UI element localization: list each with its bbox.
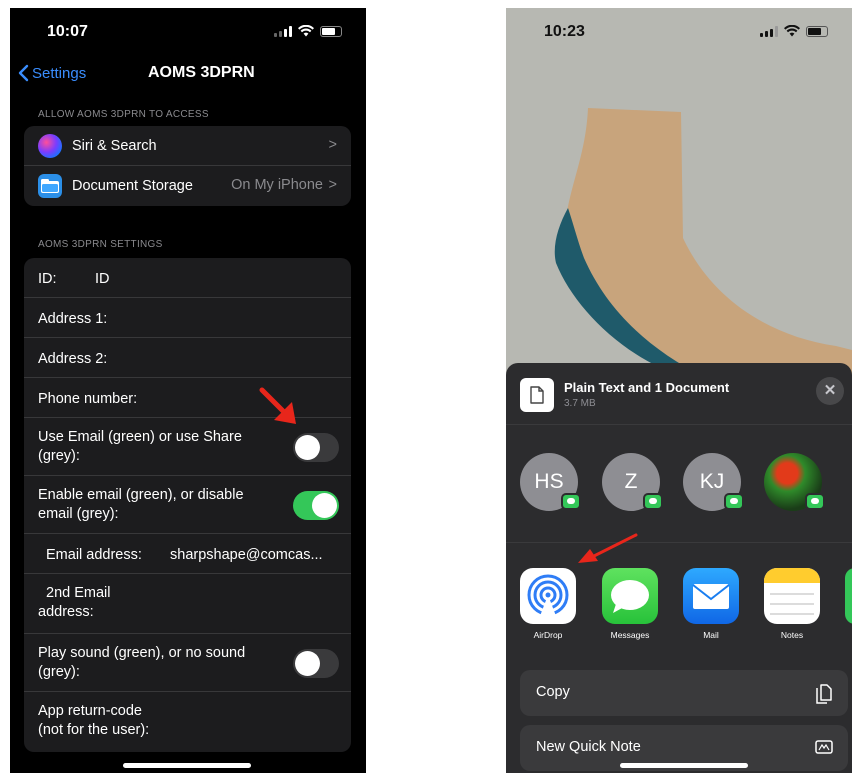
messages-badge-icon bbox=[561, 493, 581, 510]
contact-suggestions: HS Z KJ bbox=[506, 425, 852, 543]
enable-email-row: Enable email (green), or disable email (… bbox=[24, 476, 351, 534]
airdrop-label: AirDrop bbox=[533, 630, 563, 640]
id-label: ID: bbox=[38, 271, 57, 287]
id-value: ID bbox=[95, 271, 110, 287]
return-code-label: App return-code (not for the user): bbox=[38, 703, 150, 738]
airdrop-app[interactable]: AirDrop bbox=[520, 568, 576, 640]
address2-row[interactable]: Address 2: bbox=[24, 338, 351, 378]
contact-initials: Z bbox=[624, 470, 638, 493]
phone-number-label: Phone number: bbox=[38, 391, 138, 407]
notes-app[interactable]: Notes bbox=[764, 568, 820, 640]
home-indicator bbox=[620, 763, 748, 768]
notes-icon bbox=[764, 568, 820, 624]
close-button[interactable]: ✕ bbox=[816, 377, 844, 405]
use-email-row: Use Email (green) or use Share (grey): bbox=[24, 418, 351, 476]
siri-icon bbox=[38, 134, 62, 158]
email-address-row[interactable]: Email address: sharpshape@comcas... bbox=[24, 534, 351, 574]
chevron-right-icon: > bbox=[328, 137, 337, 153]
address1-label: Address 1: bbox=[38, 311, 108, 327]
document-icon bbox=[530, 386, 544, 404]
settings-screen: 10:07 Settings AOMS 3DPRN ALLOW AOMS 3DP… bbox=[10, 8, 366, 773]
share-sheet-header: Plain Text and 1 Document 3.7 MB ✕ bbox=[506, 363, 852, 425]
share-sheet-size: 3.7 MB bbox=[564, 398, 596, 409]
second-email-row[interactable]: 2nd Email address: bbox=[24, 574, 351, 634]
mail-label: Mail bbox=[703, 630, 719, 640]
messages-badge-icon bbox=[724, 493, 744, 510]
new-quick-note-label: New Quick Note bbox=[536, 739, 641, 755]
wifi-icon bbox=[784, 25, 800, 37]
chevron-right-icon: > bbox=[328, 177, 337, 193]
settings-section-header: AOMS 3DPRN SETTINGS bbox=[38, 239, 163, 250]
copy-icon bbox=[816, 684, 832, 704]
contact-kj[interactable]: KJ bbox=[683, 453, 744, 511]
document-storage-value: On My iPhone bbox=[231, 177, 323, 193]
play-sound-label: Play sound (green), or no sound (grey): bbox=[38, 645, 246, 680]
share-screen: 10:23 Plain Text and 1 Document 3.7 MB ✕… bbox=[506, 8, 852, 773]
copy-action[interactable]: Copy bbox=[520, 670, 848, 716]
use-email-label: Use Email (green) or use Share (grey): bbox=[38, 429, 242, 464]
status-time: 10:23 bbox=[544, 23, 585, 40]
messages-badge-icon bbox=[643, 493, 663, 510]
cellular-signal-icon bbox=[760, 25, 778, 37]
return-code-row[interactable]: App return-code (not for the user): bbox=[24, 692, 351, 750]
document-thumbnail bbox=[520, 378, 554, 412]
document-storage-row[interactable]: Document Storage On My iPhone > bbox=[24, 166, 351, 206]
siri-search-row[interactable]: Siri & Search > bbox=[24, 126, 351, 166]
mail-app[interactable]: Mail bbox=[683, 568, 739, 640]
annotation-arrow-icon bbox=[259, 387, 296, 424]
wifi-icon bbox=[298, 25, 314, 37]
id-row[interactable]: ID: ID bbox=[24, 258, 351, 298]
contact-initials: KJ bbox=[699, 470, 725, 493]
more-app-partial[interactable] bbox=[845, 568, 852, 624]
chevron-left-icon bbox=[18, 64, 29, 82]
status-time: 10:07 bbox=[47, 23, 88, 40]
battery-icon bbox=[320, 25, 342, 37]
copy-label: Copy bbox=[536, 684, 570, 700]
contact-parrot-avatar[interactable] bbox=[764, 453, 825, 511]
email-address-value: sharpshape@comcas... bbox=[170, 547, 323, 563]
document-storage-label: Document Storage bbox=[72, 178, 193, 194]
mail-icon bbox=[683, 568, 739, 624]
status-bar: 10:07 bbox=[10, 8, 366, 56]
home-indicator bbox=[123, 763, 251, 768]
access-group: Siri & Search > Document Storage On My i… bbox=[24, 126, 351, 206]
email-address-label: Email address: bbox=[46, 547, 142, 563]
page-title: AOMS 3DPRN bbox=[148, 64, 255, 81]
share-apps-row: AirDrop Messages Mail Notes bbox=[506, 558, 852, 648]
settings-group: ID: ID Address 1: Address 2: Phone numbe… bbox=[24, 258, 351, 752]
battery-icon bbox=[806, 25, 828, 37]
siri-search-label: Siri & Search bbox=[72, 138, 157, 154]
partial-app-icon bbox=[845, 568, 852, 624]
back-button-label: Settings bbox=[32, 64, 87, 82]
airdrop-icon bbox=[520, 568, 576, 624]
address2-label: Address 2: bbox=[38, 351, 108, 367]
enable-email-toggle[interactable] bbox=[293, 491, 339, 520]
messages-icon bbox=[602, 568, 658, 624]
files-folder-icon bbox=[38, 174, 62, 198]
phone-number-row[interactable]: Phone number: bbox=[24, 378, 351, 418]
insole-preview-image bbox=[554, 108, 852, 378]
status-bar: 10:23 bbox=[506, 8, 852, 56]
access-section-header: ALLOW AOMS 3DPRN TO ACCESS bbox=[38, 109, 209, 120]
contact-initials: HS bbox=[534, 470, 564, 493]
quick-note-icon bbox=[815, 740, 833, 754]
navigation-bar: Settings AOMS 3DPRN bbox=[10, 60, 366, 90]
address1-row[interactable]: Address 1: bbox=[24, 298, 351, 338]
use-email-toggle[interactable] bbox=[293, 433, 339, 462]
contact-z[interactable]: Z bbox=[602, 453, 663, 511]
messages-label: Messages bbox=[610, 630, 650, 640]
close-icon: ✕ bbox=[823, 382, 837, 399]
share-sheet: Plain Text and 1 Document 3.7 MB ✕ HS Z … bbox=[506, 363, 852, 773]
second-email-label: 2nd Email address: bbox=[38, 585, 111, 620]
enable-email-label: Enable email (green), or disable email (… bbox=[38, 487, 244, 522]
notes-label: Notes bbox=[780, 630, 804, 640]
cellular-signal-icon bbox=[274, 25, 292, 37]
play-sound-row: Play sound (green), or no sound (grey): bbox=[24, 634, 351, 692]
play-sound-toggle[interactable] bbox=[293, 649, 339, 678]
contact-hs[interactable]: HS bbox=[520, 453, 581, 511]
messages-badge-icon bbox=[805, 493, 825, 510]
messages-app[interactable]: Messages bbox=[602, 568, 658, 640]
share-sheet-title: Plain Text and 1 Document bbox=[564, 380, 730, 395]
back-button[interactable]: Settings bbox=[18, 64, 86, 82]
